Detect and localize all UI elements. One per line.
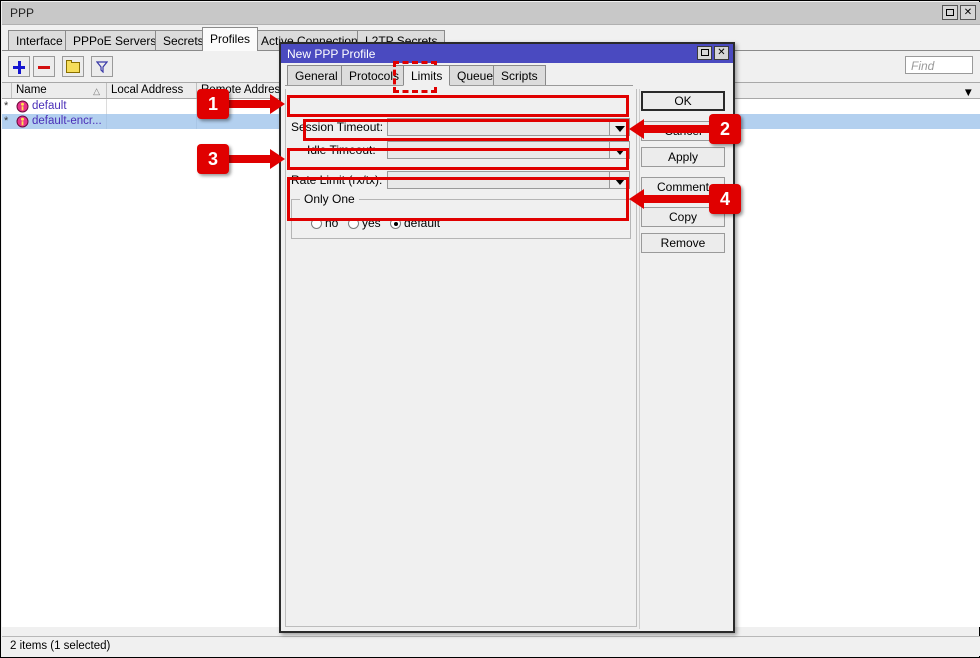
only-one-group: Only One no yes default bbox=[291, 199, 631, 239]
idle-timeout-input[interactable] bbox=[387, 141, 609, 159]
radio-icon bbox=[311, 218, 322, 229]
dialog-body: General Protocols Limits Queue Scripts S… bbox=[281, 63, 733, 631]
session-timeout-label: Session Timeout: bbox=[291, 120, 383, 134]
column-flag bbox=[2, 83, 12, 98]
apply-button[interactable]: Apply bbox=[641, 147, 725, 167]
dialog-maximize-icon[interactable] bbox=[697, 46, 712, 60]
chevron-down-icon bbox=[615, 149, 625, 155]
row-name: default-encr... bbox=[32, 115, 102, 127]
annotation-badge-1: 1 bbox=[197, 89, 229, 119]
column-name[interactable]: Name △ bbox=[12, 83, 107, 98]
dialog-titlebar: New PPP Profile ✕ bbox=[281, 44, 733, 63]
minus-icon bbox=[38, 66, 50, 69]
row-name: default bbox=[32, 100, 67, 112]
rate-limit-row: Rate Limit (rx/tx): bbox=[291, 171, 631, 189]
dialog-tab-scripts[interactable]: Scripts bbox=[493, 65, 546, 86]
rate-limit-label: Rate Limit (rx/tx): bbox=[291, 173, 382, 187]
column-local-address[interactable]: Local Address bbox=[107, 83, 197, 98]
add-button[interactable] bbox=[8, 56, 30, 77]
window-title: PPP bbox=[10, 6, 34, 20]
limits-pane bbox=[285, 89, 637, 627]
session-timeout-dropdown[interactable] bbox=[609, 118, 630, 136]
rate-limit-input[interactable] bbox=[387, 171, 609, 189]
row-flag: * bbox=[4, 100, 8, 112]
folder-icon bbox=[66, 62, 80, 73]
search-input[interactable]: Find bbox=[905, 56, 973, 74]
ok-button[interactable]: OK bbox=[641, 91, 725, 111]
column-menu-icon[interactable]: ▼ bbox=[963, 87, 974, 99]
annotation-badge-4: 4 bbox=[709, 184, 741, 214]
chevron-down-icon bbox=[615, 179, 625, 185]
dialog-close-icon[interactable]: ✕ bbox=[714, 46, 729, 60]
search-placeholder: Find bbox=[911, 59, 934, 73]
maximize-icon[interactable] bbox=[942, 5, 958, 20]
profile-icon bbox=[16, 100, 29, 113]
radio-icon bbox=[348, 218, 359, 229]
session-timeout-input[interactable] bbox=[387, 118, 609, 136]
annotation-arrow-2 bbox=[643, 125, 709, 133]
dialog-tab-limits[interactable]: Limits bbox=[403, 65, 450, 86]
status-text: 2 items (1 selected) bbox=[10, 640, 110, 652]
tab-interface[interactable]: Interface bbox=[8, 30, 71, 51]
dialog-tab-general[interactable]: General bbox=[287, 65, 346, 86]
only-one-yes[interactable]: yes bbox=[348, 216, 381, 230]
remove-button[interactable]: Remove bbox=[641, 233, 725, 253]
chevron-down-icon bbox=[615, 126, 625, 132]
annotation-arrow-3 bbox=[229, 155, 271, 163]
idle-timeout-row: Idle Timeout: bbox=[307, 141, 631, 159]
annotation-badge-3: 3 bbox=[197, 144, 229, 174]
rate-limit-dropdown[interactable] bbox=[609, 171, 630, 189]
only-one-no[interactable]: no bbox=[311, 216, 338, 230]
window-titlebar: PPP ✕ bbox=[2, 2, 980, 25]
profile-icon bbox=[16, 115, 29, 128]
enable-button[interactable] bbox=[62, 56, 84, 77]
only-one-label: Only One bbox=[300, 192, 359, 206]
annotation-arrow-4 bbox=[643, 195, 709, 203]
idle-timeout-label: Idle Timeout: bbox=[307, 143, 376, 157]
remove-button[interactable] bbox=[33, 56, 55, 77]
close-icon[interactable]: ✕ bbox=[960, 5, 976, 20]
row-flag: * bbox=[4, 115, 8, 127]
radio-selected-icon bbox=[390, 218, 401, 229]
tab-profiles[interactable]: Profiles bbox=[202, 27, 258, 51]
filter-button[interactable] bbox=[91, 56, 113, 77]
sort-ascending-icon: △ bbox=[93, 86, 100, 97]
annotation-badge-2: 2 bbox=[709, 114, 741, 144]
tab-pppoe-servers[interactable]: PPPoE Servers bbox=[65, 30, 164, 51]
only-one-default[interactable]: default bbox=[390, 216, 440, 230]
funnel-icon bbox=[96, 61, 108, 73]
ppp-window: PPP ✕ Interface PPPoE Servers Secrets Pr… bbox=[0, 0, 980, 658]
dialog-title: New PPP Profile bbox=[287, 47, 375, 61]
dialog-tab-protocols[interactable]: Protocols bbox=[341, 65, 407, 86]
idle-timeout-dropdown[interactable] bbox=[609, 141, 630, 159]
statusbar: 2 items (1 selected) bbox=[2, 636, 980, 656]
session-timeout-row: Session Timeout: bbox=[291, 118, 631, 136]
annotation-arrow-1 bbox=[229, 100, 271, 108]
